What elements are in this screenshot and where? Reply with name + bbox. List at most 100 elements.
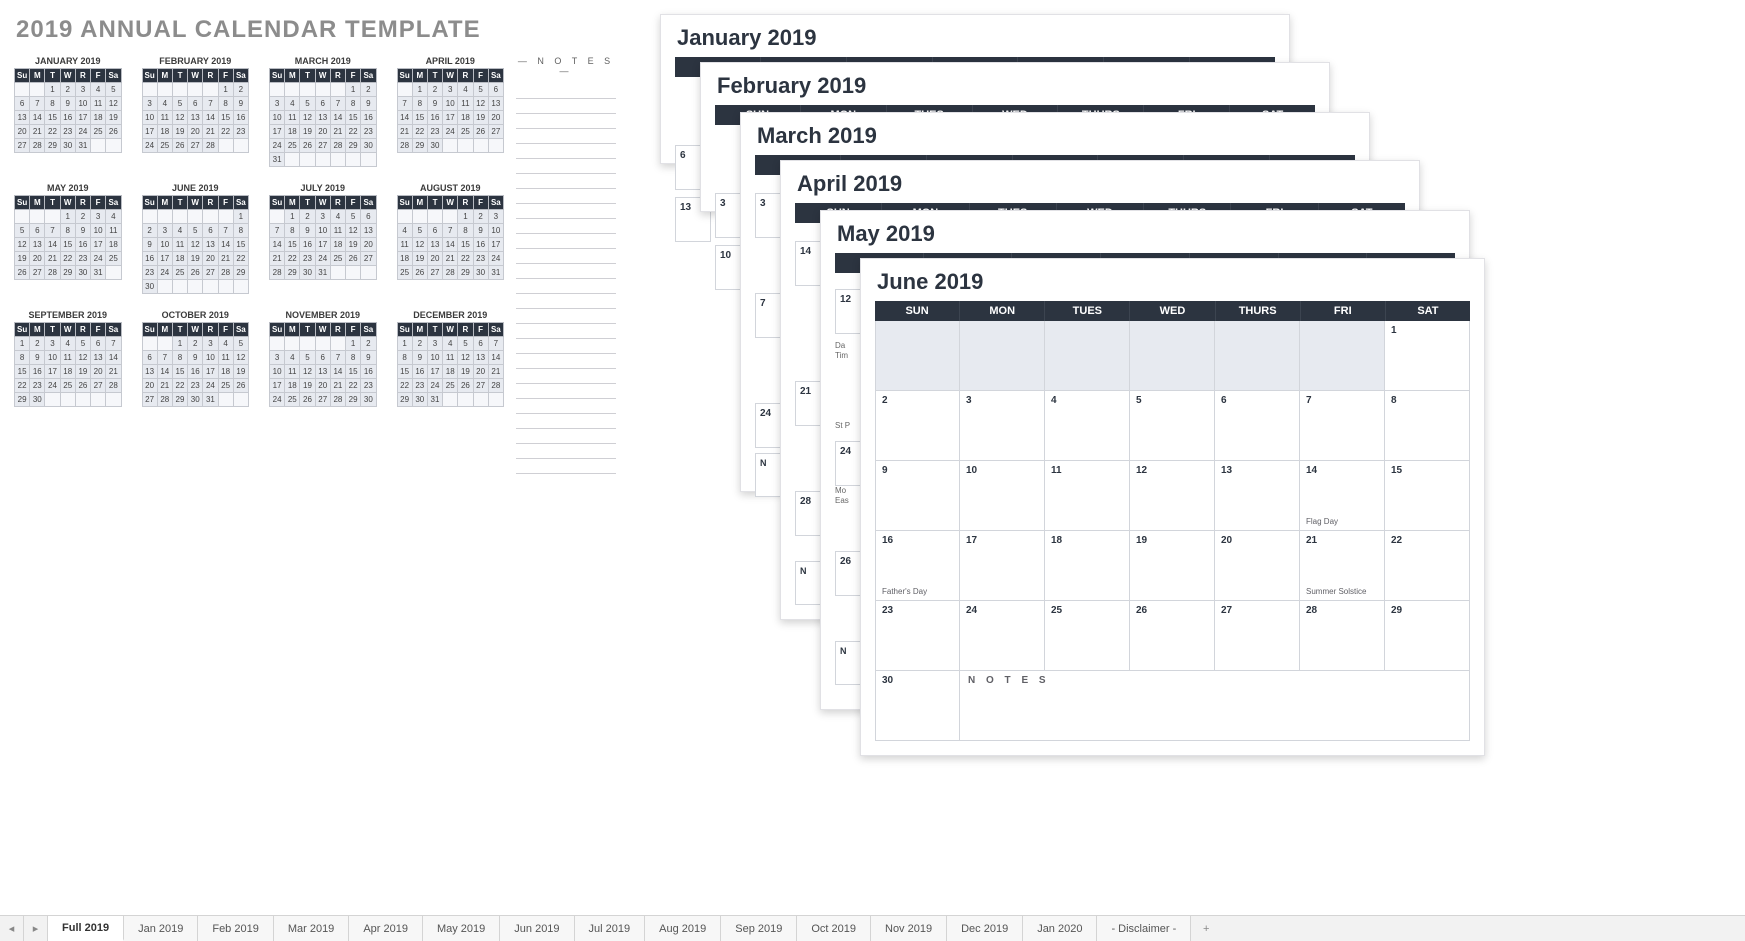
month-title: June 2019 <box>877 269 1470 295</box>
mini-month-title: APRIL 2019 <box>397 56 505 66</box>
calendar-cell[interactable]: 27 <box>1215 601 1300 671</box>
day-header-cell: SUN <box>875 301 960 321</box>
notes-line[interactable] <box>516 399 616 414</box>
notes-line[interactable] <box>516 369 616 384</box>
calendar-cell[interactable] <box>1045 321 1130 391</box>
sheet-tab[interactable]: Nov 2019 <box>871 916 947 941</box>
calendar-cell[interactable]: 23 <box>875 601 960 671</box>
date-number: 13 <box>1221 465 1232 476</box>
mini-month: JULY 2019SuMTWRFSa1234567891011121314151… <box>269 183 377 294</box>
notes-line[interactable] <box>516 249 616 264</box>
notes-line[interactable] <box>516 114 616 129</box>
calendar-cell[interactable]: 7 <box>1300 391 1385 461</box>
sheet-tab[interactable]: Jan 2020 <box>1023 916 1097 941</box>
notes-line[interactable] <box>516 144 616 159</box>
notes-line[interactable] <box>516 84 616 99</box>
month-title: March 2019 <box>757 123 1355 149</box>
calendar-cell[interactable]: 11 <box>1045 461 1130 531</box>
sheet-tab[interactable]: - Disclaimer - <box>1097 916 1191 941</box>
calendar-cell[interactable] <box>960 321 1045 391</box>
calendar-cell[interactable]: 22 <box>1385 531 1470 601</box>
calendar-cell[interactable]: 10 <box>960 461 1045 531</box>
notes-line[interactable] <box>516 174 616 189</box>
date-number: 8 <box>1391 395 1397 406</box>
calendar-cell[interactable]: 13 <box>1215 461 1300 531</box>
sheet-tab[interactable]: Sep 2019 <box>721 916 797 941</box>
calendar-cell[interactable]: 25 <box>1045 601 1130 671</box>
calendar-cell[interactable]: 5 <box>1130 391 1215 461</box>
calendar-cell[interactable]: 9 <box>875 461 960 531</box>
calendar-cell[interactable]: 6 <box>1215 391 1300 461</box>
notes-line[interactable] <box>516 444 616 459</box>
sheet-tab[interactable]: Feb 2019 <box>198 916 273 941</box>
date-number: 18 <box>1051 535 1062 546</box>
month-notes-cell[interactable]: N O T E S <box>960 671 1470 741</box>
date-number: 26 <box>1136 605 1147 616</box>
notes-line[interactable] <box>516 459 616 474</box>
date-number: 5 <box>1136 395 1142 406</box>
calendar-cell[interactable] <box>1300 321 1385 391</box>
notes-line[interactable] <box>516 129 616 144</box>
tab-scroll-right-icon[interactable]: ▸ <box>24 916 48 941</box>
notes-line[interactable] <box>516 264 616 279</box>
notes-line[interactable] <box>516 339 616 354</box>
notes-line[interactable] <box>516 414 616 429</box>
date-number: 28 <box>1306 605 1317 616</box>
sheet-tab[interactable]: May 2019 <box>423 916 500 941</box>
calendar-cell[interactable]: 19 <box>1130 531 1215 601</box>
may-label: Eas <box>835 496 849 505</box>
calendar-cell[interactable]: 1 <box>1385 321 1470 391</box>
sheet-tab[interactable]: Aug 2019 <box>645 916 721 941</box>
sheet-tab[interactable]: Dec 2019 <box>947 916 1023 941</box>
calendar-cell[interactable]: 20 <box>1215 531 1300 601</box>
sheet-tab[interactable]: Jan 2019 <box>124 916 198 941</box>
sheet-tab[interactable]: Oct 2019 <box>797 916 871 941</box>
calendar-cell[interactable]: 29 <box>1385 601 1470 671</box>
mini-month-title: JUNE 2019 <box>142 183 250 193</box>
sheet-tab[interactable]: Full 2019 <box>48 916 124 941</box>
tab-scroll-left-icon[interactable]: ◂ <box>0 916 24 941</box>
sheet-tab[interactable]: Jul 2019 <box>575 916 646 941</box>
calendar-cell[interactable]: 24 <box>960 601 1045 671</box>
calendar-cell[interactable]: 21Summer Solstice <box>1300 531 1385 601</box>
sheet-tab[interactable]: Mar 2019 <box>274 916 349 941</box>
calendar-cell[interactable]: 18 <box>1045 531 1130 601</box>
notes-label: N O T E S <box>968 675 1050 686</box>
notes-line[interactable] <box>516 429 616 444</box>
calendar-cell[interactable]: 17 <box>960 531 1045 601</box>
notes-line[interactable] <box>516 219 616 234</box>
add-tab-button[interactable]: + <box>1191 916 1221 941</box>
calendar-cell[interactable]: 26 <box>1130 601 1215 671</box>
calendar-cell[interactable]: 3 <box>960 391 1045 461</box>
calendar-cell[interactable] <box>875 321 960 391</box>
notes-line[interactable] <box>516 309 616 324</box>
notes-line[interactable] <box>516 294 616 309</box>
notes-line[interactable] <box>516 234 616 249</box>
mini-month-title: MAY 2019 <box>14 183 122 193</box>
calendar-cell[interactable]: 28 <box>1300 601 1385 671</box>
calendar-cell[interactable]: 4 <box>1045 391 1130 461</box>
calendar-cell[interactable]: 8 <box>1385 391 1470 461</box>
sheet-tab[interactable]: Jun 2019 <box>500 916 574 941</box>
notes-line[interactable] <box>516 354 616 369</box>
calendar-cell[interactable]: 16Father's Day <box>875 531 960 601</box>
sheet-tab[interactable]: Apr 2019 <box>349 916 423 941</box>
day-header-cell: WED <box>1130 301 1215 321</box>
calendar-cell[interactable]: 30 <box>875 671 960 741</box>
notes-line[interactable] <box>516 159 616 174</box>
calendar-cell[interactable]: 14Flag Day <box>1300 461 1385 531</box>
notes-line[interactable] <box>516 189 616 204</box>
calendar-cell[interactable]: 12 <box>1130 461 1215 531</box>
notes-line[interactable] <box>516 99 616 114</box>
notes-line[interactable] <box>516 204 616 219</box>
calendar-cell[interactable]: 15 <box>1385 461 1470 531</box>
notes-line[interactable] <box>516 384 616 399</box>
notes-line[interactable] <box>516 279 616 294</box>
calendar-cell[interactable]: 2 <box>875 391 960 461</box>
calendar-cell[interactable] <box>1215 321 1300 391</box>
sheet-june: June 2019 SUNMONTUESWEDTHURSFRISAT 12345… <box>860 258 1485 756</box>
calendar-cell[interactable] <box>1130 321 1215 391</box>
notes-line[interactable] <box>516 324 616 339</box>
mini-month: JANUARY 2019SuMTWRFSa1234567891011121314… <box>14 56 122 167</box>
mini-month: FEBRUARY 2019SuMTWRFSa123456789101112131… <box>142 56 250 167</box>
